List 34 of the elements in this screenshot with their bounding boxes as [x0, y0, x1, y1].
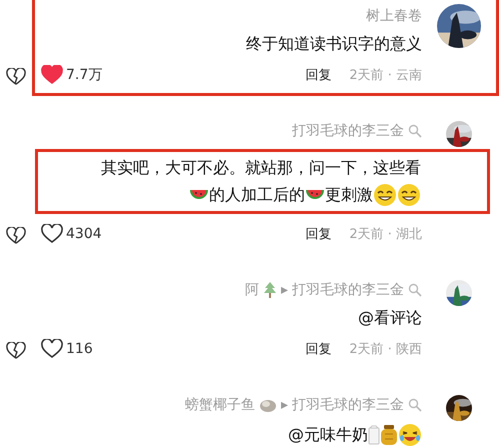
like-count: 116: [66, 341, 93, 357]
broken-heart-icon[interactable]: [6, 68, 26, 86]
user-name[interactable]: 打羽毛球的李三金: [292, 281, 404, 299]
broken-heart-icon[interactable]: [6, 227, 26, 245]
bun-icon: [258, 398, 277, 412]
user-name[interactable]: 阿: [244, 281, 259, 299]
user-name[interactable]: 打羽毛球的李三金: [292, 396, 404, 414]
user-name[interactable]: 打羽毛球的李三金: [292, 122, 404, 140]
reply-button[interactable]: 回复: [305, 66, 332, 84]
reply-arrow: ▸: [280, 282, 288, 298]
comment-text: 其实吧，大可不必。就站那，问一下，这些看: [101, 158, 421, 179]
comment-text: @看评论: [358, 308, 422, 329]
like-count: 4304: [66, 226, 102, 242]
user-name[interactable]: 树上春卷: [366, 7, 422, 25]
comment-text: @元味牛奶: [288, 424, 368, 446]
user-name[interactable]: 螃蟹椰子鱼: [184, 396, 255, 414]
grinning-face-icon: [397, 183, 421, 207]
comment-text: 终于知道读书识字的意义: [246, 34, 422, 55]
comment-text: 的人加工后的: [209, 184, 305, 206]
like-count: 7.7万: [66, 66, 102, 84]
tree-icon: [262, 282, 277, 298]
broken-heart-icon[interactable]: [6, 342, 26, 360]
heart-icon[interactable]: [41, 339, 63, 359]
comment-meta: 2天前 · 陕西: [349, 341, 422, 358]
comment-meta: 2天前 · 云南: [349, 67, 422, 84]
reply-button[interactable]: 回复: [305, 340, 332, 358]
reply-button[interactable]: 回复: [305, 225, 332, 243]
comment-text: 更刺激: [325, 184, 373, 206]
reply-arrow: ▸: [280, 397, 288, 413]
grinning-face-icon: [373, 183, 397, 207]
heart-icon[interactable]: [41, 224, 63, 244]
laughing-face-icon: [398, 423, 422, 446]
comment-meta: 2天前 · 湖北: [349, 226, 422, 243]
honey-jar-icon: [380, 424, 398, 446]
